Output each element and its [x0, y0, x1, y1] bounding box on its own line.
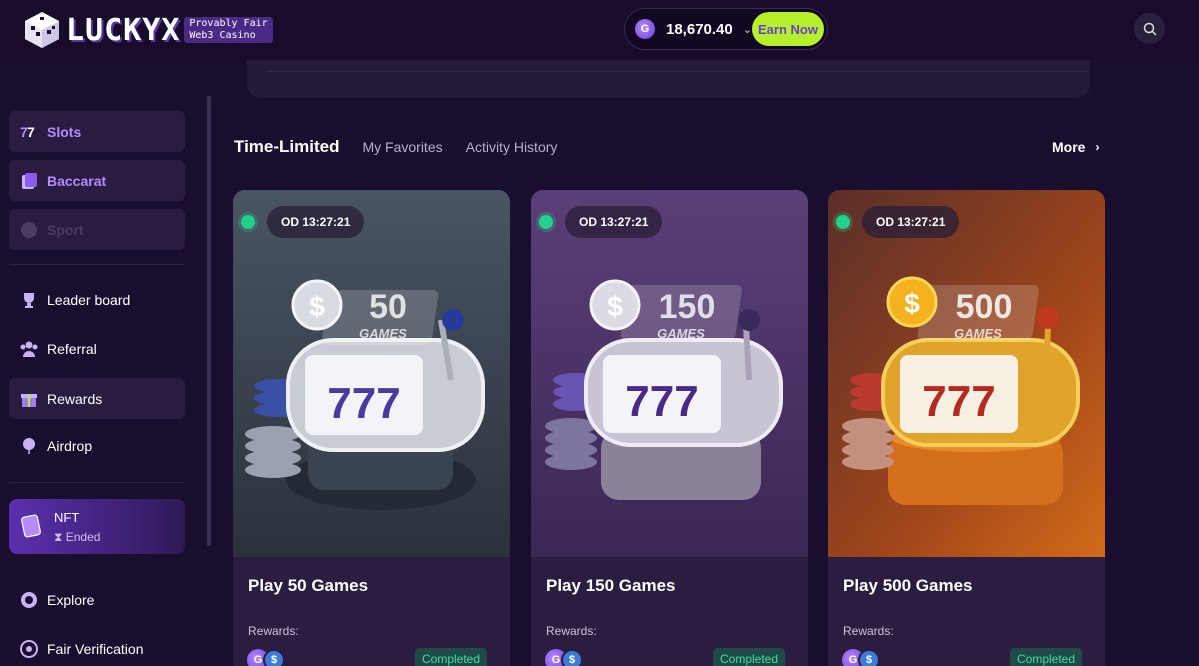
gift-icon [19, 389, 39, 409]
svg-text:777: 777 [327, 379, 400, 428]
sidebar-item-leaderboard[interactable]: Leader board [9, 279, 185, 320]
verify-icon [19, 639, 39, 659]
rewards-label: Rewards: [248, 624, 299, 638]
reward-icons: G $ [842, 649, 880, 666]
balance-value: 18,670.40 [666, 20, 733, 38]
tab-activity-history[interactable]: Activity History [466, 139, 558, 155]
search-icon [1143, 22, 1157, 36]
task-tabs: Time-Limited My Favorites Activity Histo… [234, 137, 580, 157]
sidebar-scrollbar[interactable] [207, 96, 211, 546]
completed-badge: Completed [415, 648, 488, 666]
card-title: Play 500 Games [843, 576, 973, 595]
live-status-dot [539, 215, 553, 229]
chip-icon [19, 590, 39, 610]
chevron-down-icon[interactable]: ⌄ [743, 23, 752, 36]
people-icon [19, 339, 39, 359]
timer-label: OD 13:27:21 [565, 206, 663, 238]
nft-title: NFT [54, 510, 80, 525]
trophy-icon [19, 290, 39, 310]
balloon-icon [19, 436, 39, 456]
task-card[interactable]: 777 $ 500 GAMES OD 13:27:21 Play 500 Gam… [828, 190, 1105, 666]
nft-card[interactable]: NFT ⧗ Ended [9, 499, 185, 554]
sidebar-item-label: Fair Verification [47, 640, 144, 657]
countdown-timer: OD 13:27:21 [539, 205, 663, 239]
svg-text:$: $ [309, 291, 325, 322]
ball-icon [19, 220, 39, 240]
countdown-timer: OD 13:27:21 [241, 205, 365, 239]
sidebar-item-referral[interactable]: Referral [9, 328, 185, 369]
tab-time-limited[interactable]: Time-Limited [234, 137, 339, 157]
dice-cube-icon [25, 12, 59, 48]
svg-text:$: $ [607, 291, 623, 322]
sidebar-divider [9, 482, 185, 483]
reward-icons: G $ [545, 649, 583, 666]
rewards-label: Rewards: [546, 624, 597, 638]
countdown-timer: OD 13:27:21 [836, 205, 960, 239]
sidebar-item-airdrop[interactable]: Airdrop [9, 425, 185, 466]
sidebar-item-label: Referral [47, 340, 97, 357]
dollar-coin-icon: $ [263, 649, 285, 666]
task-card[interactable]: 777 $ 150 GAMES OD 13:27:21 Play 150 Gam… [531, 190, 808, 666]
more-label: More [1052, 139, 1086, 155]
chevron-right-icon: › [1095, 140, 1100, 154]
top-header: LUCKYX Provably Fair Web3 Casino G 18,67… [0, 0, 1199, 60]
luckyx-logo[interactable]: LUCKYX Provably Fair Web3 Casino [22, 8, 273, 52]
search-button[interactable] [1134, 13, 1165, 44]
reward-icons: G $ [247, 649, 285, 666]
svg-text:$: $ [904, 288, 920, 319]
brand-tagline: Provably Fair Web3 Casino [184, 17, 273, 43]
earn-now-button[interactable]: Earn Now [752, 12, 824, 46]
slots-icon: 77 [19, 122, 39, 142]
rewards-label: Rewards: [843, 624, 894, 638]
task-card[interactable]: 777 $ 50 GAMES OD 13:27:21 Play 50 Games… [233, 190, 510, 666]
nft-status: ⧗ Ended [54, 530, 101, 544]
card-art-word: GAMES [954, 326, 1002, 341]
completed-badge: Completed [713, 648, 786, 666]
svg-text:777: 777 [922, 377, 995, 426]
sidebar-item-fair-verification[interactable]: Fair Verification [9, 628, 185, 666]
sidebar-item-sport[interactable]: Sport [9, 209, 185, 250]
timer-label: OD 13:27:21 [267, 206, 365, 238]
sidebar-item-slots[interactable]: 77 Slots [9, 111, 185, 152]
dollar-coin-icon: $ [858, 649, 880, 666]
live-status-dot [836, 215, 850, 229]
card-art-number: 50 [369, 288, 407, 326]
completed-badge: Completed [1010, 648, 1083, 666]
sidebar-item-label: Explore [47, 591, 95, 608]
sidebar-item-baccarat[interactable]: Baccarat [9, 160, 185, 201]
svg-text:7: 7 [27, 124, 35, 140]
tagline-line-2: Web3 Casino [189, 30, 256, 41]
timer-label: OD 13:27:21 [862, 206, 960, 238]
tagline-line-1: Provably Fair [189, 18, 268, 29]
slot-machine-image: 777 $ 500 GAMES [828, 190, 1105, 557]
svg-text:777: 777 [625, 377, 698, 426]
more-link[interactable]: More › [1052, 139, 1099, 155]
sidebar-item-label: Sport [47, 221, 84, 238]
nft-card-icon [21, 514, 41, 538]
sidebar-item-label: Leader board [47, 291, 131, 308]
balance-selector[interactable]: G 18,670.40 ⌄ Earn Now [624, 8, 828, 50]
brand-name: LUCKYX [66, 12, 181, 48]
slot-machine-image: 777 $ 50 GAMES [233, 190, 510, 557]
coin-icon: G [635, 19, 655, 39]
top-banner-divider [267, 60, 1087, 72]
sidebar-item-label: Airdrop [47, 437, 93, 454]
cards-icon [19, 171, 39, 191]
live-status-dot [241, 215, 255, 229]
card-art-word: GAMES [359, 326, 407, 341]
card-title: Play 150 Games [546, 576, 676, 595]
sidebar-item-label: Baccarat [47, 172, 107, 189]
tab-my-favorites[interactable]: My Favorites [362, 139, 442, 155]
card-title: Play 50 Games [248, 576, 369, 595]
dollar-coin-icon: $ [561, 649, 583, 666]
card-art-word: GAMES [657, 326, 705, 341]
card-art-number: 500 [956, 288, 1013, 326]
sidebar-item-rewards[interactable]: Rewards [9, 378, 185, 419]
sidebar-item-explore[interactable]: Explore [9, 579, 185, 620]
sidebar-item-label: Rewards [47, 390, 103, 407]
slot-machine-image: 777 $ 150 GAMES [531, 190, 808, 557]
sidebar-item-label: Slots [47, 123, 82, 140]
sidebar-divider [9, 264, 185, 265]
card-art-number: 150 [659, 288, 716, 326]
